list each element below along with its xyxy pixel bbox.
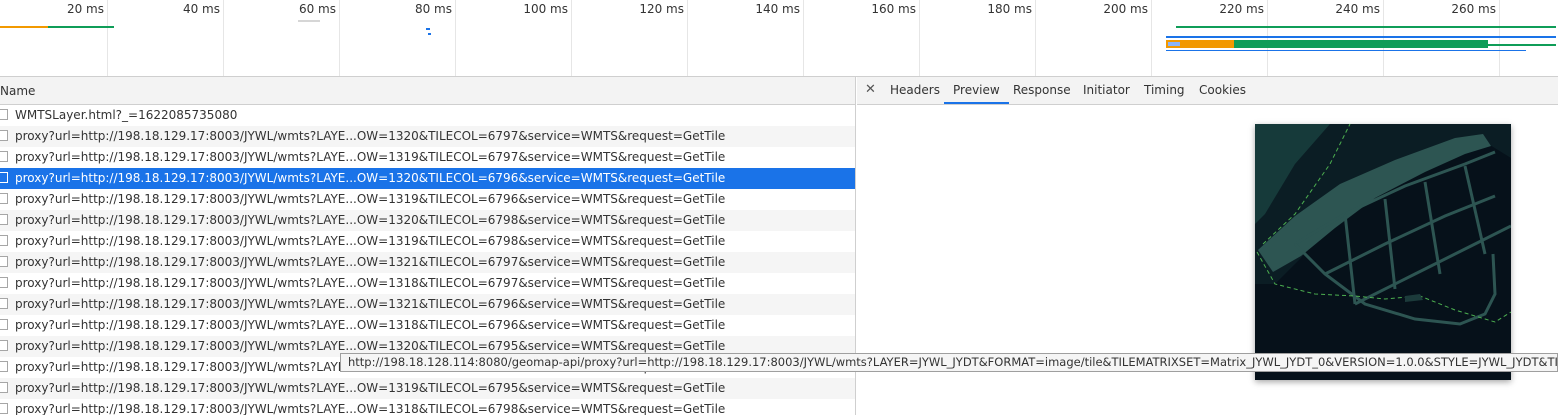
request-row[interactable]: proxy?url=http://198.18.129.17:8003/JYWL… [0,294,855,315]
timeline-tick-label: 100 ms [523,2,568,16]
request-row[interactable]: proxy?url=http://198.18.129.17:8003/JYWL… [0,315,855,336]
timeline-tick-label: 120 ms [639,2,684,16]
request-row[interactable]: proxy?url=http://198.18.129.17:8003/JYWL… [0,399,855,415]
timeline-tick-label: 180 ms [987,2,1032,16]
timeline-tick-label: 20 ms [66,2,104,16]
request-type-icon [0,340,8,351]
timeline-tick-label: 140 ms [755,2,800,16]
timeline-tick-label: 60 ms [298,2,336,16]
timeline-bar-document-download [48,26,114,28]
request-name: proxy?url=http://198.18.129.17:8003/JYWL… [15,213,726,227]
network-overview-timeline[interactable]: 20 ms 40 ms 60 ms 80 ms 100 ms 120 ms 140 ms 16… [0,0,1558,77]
name-column-label: Name [0,84,36,98]
request-name: proxy?url=http://198.18.129.17:8003/JYWL… [15,234,726,248]
tab-response[interactable]: Response [1004,77,1080,104]
request-type-icon [0,130,8,141]
request-name: proxy?url=http://198.18.129.17:8003/JYWL… [15,255,726,269]
timeline-gridline [1035,0,1036,76]
timeline-tick-label: 200 ms [1103,2,1148,16]
timeline-tick-label: 40 ms [182,2,220,16]
timeline-tick-label: 220 ms [1219,2,1264,16]
request-type-icon [0,319,8,330]
timeline-bar-document-wait [0,26,48,28]
request-type-icon [0,172,8,183]
timeline-gridline [223,0,224,76]
details-tabbar: ✕ Headers Preview Response Initiator Timing C… [857,77,1558,105]
tab-initiator[interactable]: Initiator [1074,77,1139,104]
map-tile-graphic [1255,123,1512,326]
request-row[interactable]: proxy?url=http://198.18.129.17:8003/JYWL… [0,126,855,147]
timeline-bar-tiles-blue-2 [1168,42,1180,46]
timeline-gridline [1499,0,1500,76]
url-tooltip: http://198.18.128.114:8080/geomap-api/pr… [340,353,1558,372]
request-name: proxy?url=http://198.18.129.17:8003/JYWL… [15,192,726,206]
request-type-icon [0,214,8,225]
timeline-gridline [455,0,456,76]
request-name: proxy?url=http://198.18.129.17:8003/JYWL… [15,150,726,164]
timeline-tick-label: 160 ms [871,2,916,16]
request-row[interactable]: proxy?url=http://198.18.129.17:8003/JYWL… [0,231,855,252]
timeline-bar-small-3 [298,20,320,22]
request-row[interactable]: proxy?url=http://198.18.129.17:8003/JYWL… [0,147,855,168]
request-type-icon [0,403,8,414]
timeline-bar-tiles-blue-3 [1166,50,1526,51]
request-row[interactable]: proxy?url=http://198.18.129.17:8003/JYWL… [0,252,855,273]
request-type-icon [0,256,8,267]
request-name: proxy?url=http://198.18.129.17:8003/JYWL… [15,129,726,143]
close-icon[interactable]: ✕ [865,82,876,97]
tab-timing[interactable]: Timing [1135,77,1194,104]
timeline-gridline [919,0,920,76]
request-name: proxy?url=http://198.18.129.17:8003/JYWL… [15,171,726,185]
request-name: proxy?url=http://198.18.129.17:8003/JYWL… [15,381,726,395]
request-name: proxy?url=http://198.18.129.17:8003/JYWL… [15,318,726,332]
request-name: proxy?url=http://198.18.129.17:8003/JYWL… [15,402,726,415]
timeline-gridline [1267,0,1268,76]
tab-cookies[interactable]: Cookies [1190,77,1255,104]
name-column-header[interactable]: Name [0,77,855,105]
request-type-icon [0,109,8,120]
request-type-icon [0,382,8,393]
timeline-bar-small-2 [428,33,431,35]
timeline-gridline [803,0,804,76]
timeline-tick-label: 80 ms [414,2,452,16]
request-row[interactable]: proxy?url=http://198.18.129.17:8003/JYWL… [0,378,855,399]
request-type-icon [0,151,8,162]
timeline-gridline [687,0,688,76]
timeline-bar-tiles-queue [1176,26,1556,28]
request-type-icon [0,193,8,204]
request-name: proxy?url=http://198.18.129.17:8003/JYWL… [15,297,726,311]
timeline-bar-tiles-blue-1 [1166,36,1556,38]
timeline-bar-tiles-tail [1488,44,1556,46]
request-type-icon [0,277,8,288]
request-name: WMTSLayer.html?_=1622085735080 [15,108,238,122]
timeline-bar-small-1 [426,28,430,30]
timeline-gridline [571,0,572,76]
timeline-gridline [107,0,108,76]
request-type-icon [0,235,8,246]
request-row[interactable]: proxy?url=http://198.18.129.17:8003/JYWL… [0,189,855,210]
request-name: proxy?url=http://198.18.129.17:8003/JYWL… [15,276,726,290]
timeline-tick-label: 240 ms [1335,2,1380,16]
tab-preview[interactable]: Preview [944,77,1009,104]
request-row[interactable]: proxy?url=http://198.18.129.17:8003/JYWL… [0,210,855,231]
timeline-gridline [1151,0,1152,76]
request-row[interactable]: proxy?url=http://198.18.129.17:8003/JYWL… [0,273,855,294]
request-type-icon [0,298,8,309]
tab-headers[interactable]: Headers [881,77,949,104]
request-type-icon [0,361,8,372]
timeline-gridline [1383,0,1384,76]
request-row[interactable]: proxy?url=http://198.18.129.17:8003/JYWL… [0,168,855,189]
request-row[interactable]: WMTSLayer.html?_=1622085735080 [0,105,855,126]
tile-image-preview [1255,123,1512,380]
timeline-tick-label: 260 ms [1451,2,1496,16]
timeline-gridline [339,0,340,76]
